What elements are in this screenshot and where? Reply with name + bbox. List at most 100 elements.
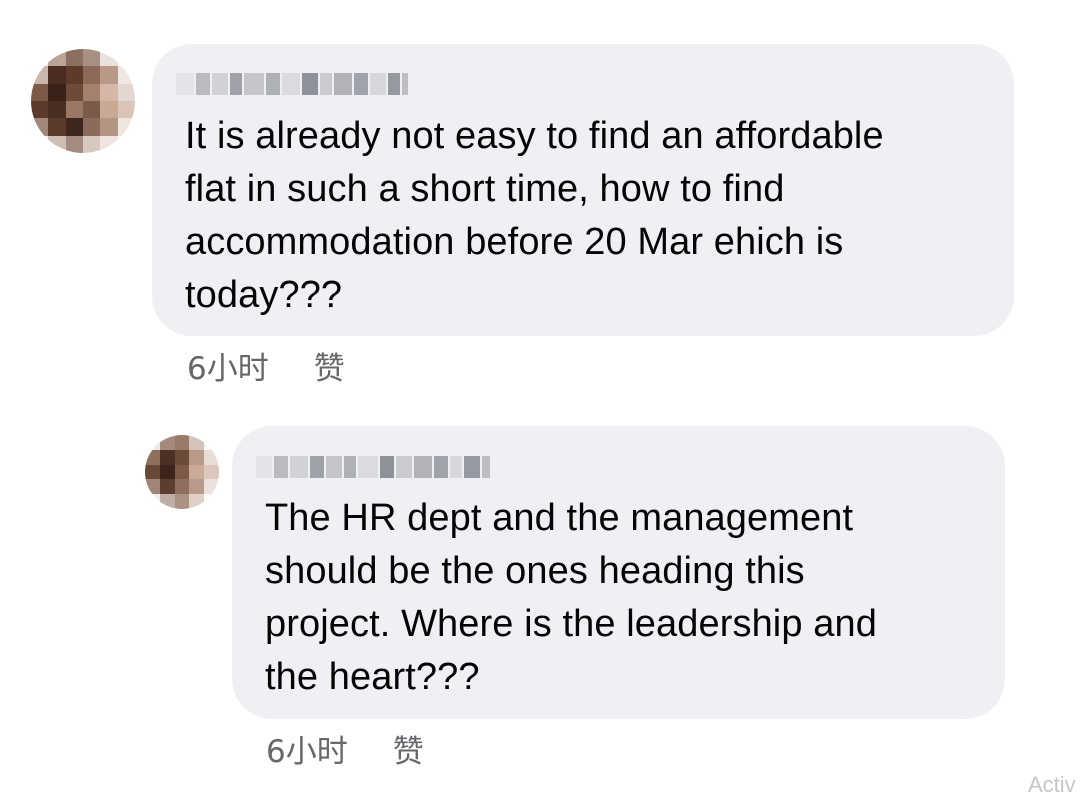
avatar-pixel [31,118,49,136]
avatar-pixel [65,83,83,101]
name-blur-block [402,73,408,95]
name-blur-block [344,456,356,478]
name-blur-block [290,456,308,478]
name-blur-block [310,456,324,478]
name-blur-block [370,73,386,95]
avatar-pixel [65,135,83,153]
reply-author-name-blurred[interactable] [256,455,492,479]
reply-meta: 6小时 赞 [266,726,424,771]
name-blur-block [358,456,378,478]
name-blur-block [464,456,480,478]
avatar-pixel [204,464,219,480]
avatar-pixel [48,135,66,153]
avatar-pixel [100,83,118,101]
avatar-pixel [174,464,190,480]
avatar-pixel [174,479,190,495]
avatar-pixel [189,479,205,495]
name-blur-block [388,73,400,95]
avatar-pixel [83,66,101,84]
avatar-pixel [65,101,83,119]
avatar-pixel [31,49,49,67]
name-blur-block [282,73,300,95]
avatar-pixel [189,449,205,465]
avatar-pixel [145,449,160,465]
avatar-pixel [204,479,219,495]
name-blur-block [176,73,194,95]
commenter-name-blurred[interactable] [176,72,410,96]
name-blur-block [302,73,318,95]
avatar-pixel [83,101,101,119]
avatar-pixel [174,494,190,509]
avatar-pixel [174,435,190,450]
activate-windows-watermark: Activ [1028,772,1076,797]
avatar-pixel [204,494,219,509]
avatar-pixel [100,49,118,67]
name-blur-block [434,456,448,478]
like-button[interactable]: 赞 [393,726,424,771]
avatar-pixel [100,101,118,119]
avatar-pixel [117,135,135,153]
name-blur-block [266,73,280,95]
name-blur-block [380,456,394,478]
commenter-avatar[interactable] [31,49,135,153]
name-blur-block [320,73,332,95]
avatar-pixel [159,464,175,480]
like-button[interactable]: 赞 [314,343,345,388]
name-blur-block [244,73,264,95]
comment-text: It is already not easy to find an afford… [185,115,884,316]
reply-text: The HR dept and the management should be… [265,497,877,698]
avatar-pixel [174,449,190,465]
reply-avatar[interactable] [145,435,219,509]
avatar-pixel [31,83,49,101]
name-blur-block [230,73,242,95]
name-blur-block [196,73,210,95]
avatar-pixel [83,49,101,67]
name-blur-block [414,456,432,478]
avatar-pixel [117,49,135,67]
avatar-pixel [31,135,49,153]
name-blur-block [256,456,272,478]
avatar-pixel [31,66,49,84]
avatar-pixel [117,101,135,119]
avatar-pixel [117,118,135,136]
comment-timestamp[interactable]: 6小时 [187,343,269,388]
avatar-pixel [100,118,118,136]
avatar-pixel [65,49,83,67]
avatar-pixel [48,49,66,67]
avatar-pixel [83,83,101,101]
avatar-pixel [145,479,160,495]
avatar-pixel [145,464,160,480]
avatar-pixel [204,435,219,450]
avatar-pixel [117,83,135,101]
avatar-pixel [83,135,101,153]
name-blur-block [326,456,342,478]
avatar-pixel [48,118,66,136]
avatar-pixel [159,479,175,495]
avatar-pixel [48,66,66,84]
avatar-pixel [204,449,219,465]
avatar-pixel [159,494,175,509]
avatar-pixel [48,83,66,101]
name-blur-block [354,73,368,95]
reply-timestamp[interactable]: 6小时 [266,726,348,771]
avatar-pixel [145,494,160,509]
name-blur-block [482,456,490,478]
name-blur-block [334,73,352,95]
avatar-pixel [100,66,118,84]
avatar-pixel [189,464,205,480]
avatar-pixel [159,435,175,450]
name-blur-block [212,73,228,95]
comment-meta: 6小时 赞 [187,343,345,388]
avatar-pixel [48,101,66,119]
avatar-pixel [65,118,83,136]
avatar-pixel [159,449,175,465]
name-blur-block [274,456,288,478]
name-blur-block [396,456,412,478]
avatar-pixel [65,66,83,84]
avatar-pixel [31,101,49,119]
avatar-pixel [189,435,205,450]
avatar-pixel [189,494,205,509]
avatar-pixel [145,435,160,450]
name-blur-block [450,456,462,478]
avatar-pixel [117,66,135,84]
